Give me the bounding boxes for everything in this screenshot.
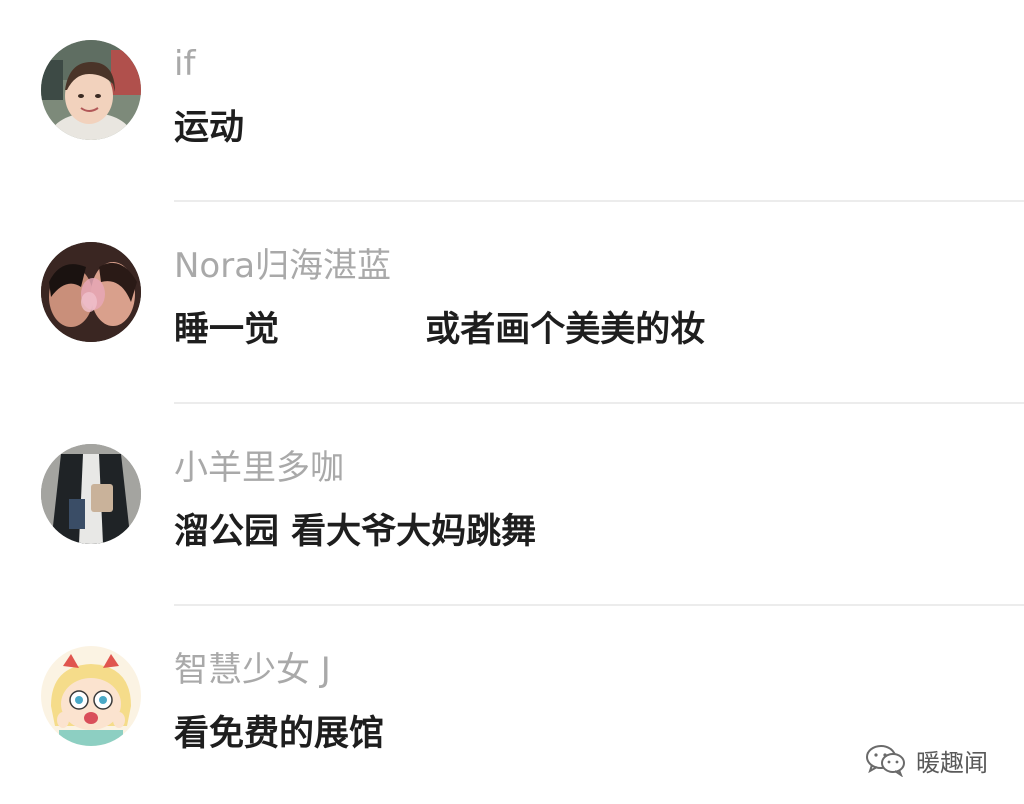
comment-list: if 运动 Nora归海湛蓝 睡一觉 或者画个美美的妆 小羊里多咖 溜公园 看大… xyxy=(0,0,1024,804)
user-avatar[interactable] xyxy=(41,242,141,342)
wechat-logo-icon xyxy=(866,745,905,777)
comment-text: 运动 xyxy=(174,108,245,148)
comment-username[interactable]: if xyxy=(174,44,195,84)
user-avatar[interactable] xyxy=(41,646,141,746)
comment-username[interactable]: 小羊里多咖 xyxy=(174,448,344,488)
avatar-photo-smiling-girl-icon xyxy=(41,40,141,140)
comment-text: 睡一觉 或者画个美美的妆 xyxy=(174,310,706,350)
user-avatar[interactable] xyxy=(41,40,141,140)
comment-username[interactable]: Nora归海湛蓝 xyxy=(174,246,391,286)
watermark-text: 暖趣闻 xyxy=(916,748,988,777)
user-avatar[interactable] xyxy=(41,444,141,544)
comment-item: if 运动 xyxy=(0,0,1024,202)
comment-username[interactable]: 智慧少女 J xyxy=(174,650,331,690)
watermark: 暖趣闻 xyxy=(864,740,988,780)
comment-text: 看免费的展馆 xyxy=(174,714,385,754)
comment-text: 溜公园 看大爷大妈跳舞 xyxy=(174,512,537,552)
avatar-cartoon-girl-icon xyxy=(41,646,141,746)
comment-item: 小羊里多咖 溜公园 看大爷大妈跳舞 xyxy=(0,404,1024,606)
avatar-photo-person-jacket-icon xyxy=(41,444,141,544)
avatar-photo-couple-smoke-icon xyxy=(41,242,141,342)
comment-item: Nora归海湛蓝 睡一觉 或者画个美美的妆 xyxy=(0,202,1024,404)
